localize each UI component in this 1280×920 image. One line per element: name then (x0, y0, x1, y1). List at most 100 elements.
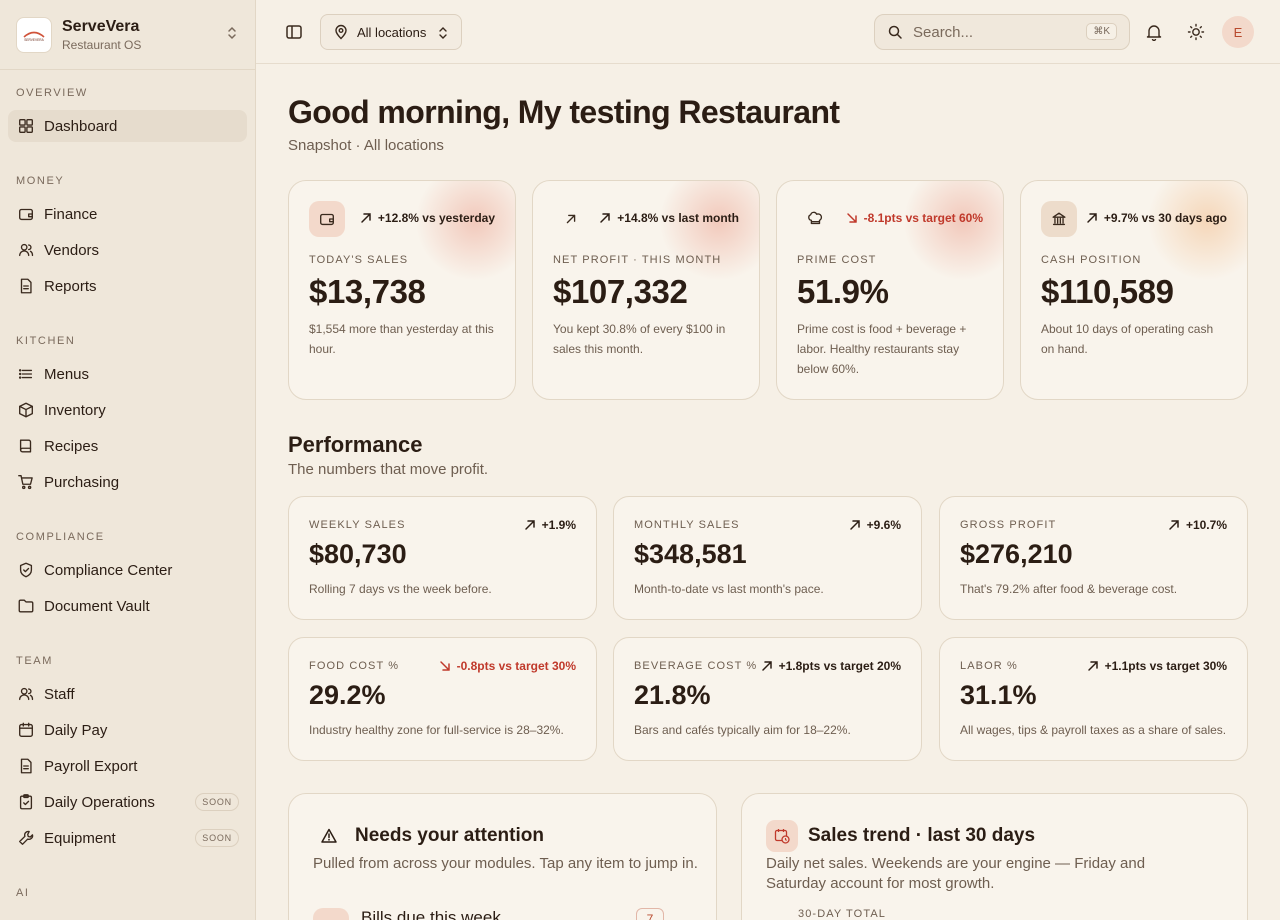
kpi-delta-text: +9.7% vs 30 days ago (1103, 211, 1227, 225)
arrow-down-right-icon (846, 213, 857, 223)
kpi-delta-text: +14.8% vs last month (617, 211, 739, 225)
search-shortcut: ⌘K (1086, 23, 1117, 40)
chevron-up-down-icon (437, 25, 449, 41)
metric-delta-text: +1.8pts vs target 20% (778, 659, 901, 673)
sidebar-item-finance[interactable]: Finance (8, 198, 247, 230)
sidebar-item-label: Purchasing (44, 473, 120, 491)
arrow-up-right-icon (600, 213, 611, 223)
box-icon (16, 400, 36, 420)
sidebar-item-reports[interactable]: Reports (8, 270, 247, 302)
map-pin-icon (333, 24, 349, 40)
users-icon (16, 240, 36, 260)
wallet-icon (16, 204, 36, 224)
sidebar-item-document-vault[interactable]: Document Vault (8, 590, 247, 622)
kpi-delta: +9.7% vs 30 days ago (1086, 211, 1227, 225)
nav-section-title: MONEY (16, 175, 65, 187)
sidebar-item-vendors[interactable]: Vendors (8, 234, 247, 266)
folder-icon (16, 596, 36, 616)
cart-icon (16, 472, 36, 492)
sidebar-item-menus[interactable]: Menus (8, 358, 247, 390)
metric-delta-text: +1.9% (541, 518, 576, 532)
metric-delta-text: +10.7% (1185, 518, 1227, 532)
sidebar-item-recipes[interactable]: Recipes (8, 430, 247, 462)
page-subtitle: Snapshot · All locations (288, 137, 444, 154)
metric-note: Rolling 7 days vs the week before. (309, 582, 492, 596)
metric-note: Bars and cafés typically aim for 18–22%. (634, 723, 851, 737)
metric-card[interactable]: GROSS PROFIT +10.7% $276,210 That's 79.2% a… (939, 496, 1248, 620)
sidebar-item-equipment[interactable]: Equipment SOON (8, 822, 247, 854)
attention-title: Needs your attention (355, 825, 544, 846)
metric-delta: +9.6% (849, 518, 901, 532)
kpi-card[interactable]: -8.1pts vs target 60% PRIME COST 51.9% Prim… (776, 180, 1004, 400)
search-input[interactable]: Search... ⌘K (874, 14, 1130, 50)
arrow-up-right-icon (761, 661, 772, 671)
sidebar-item-staff[interactable]: Staff (8, 678, 247, 710)
svg-text:SERVEVERA: SERVEVERA (24, 38, 44, 42)
sidebar-toggle-icon[interactable] (284, 22, 304, 42)
sun-icon[interactable] (1186, 22, 1206, 42)
arrow-up-right-icon (553, 201, 589, 237)
attention-item-bills[interactable]: Bills due this week (361, 908, 501, 920)
sidebar-item-label: Equipment (44, 829, 116, 847)
kpi-note: About 10 days of operating cash on hand. (1041, 322, 1214, 356)
sidebar-item-label: Daily Operations (44, 793, 155, 811)
sidebar-item-compliance-center[interactable]: Compliance Center (8, 554, 247, 586)
bill-icon (313, 908, 349, 920)
brand-switcher[interactable]: SERVEVERA ServeVera Restaurant OS (0, 0, 255, 70)
arrow-down-right-icon (439, 661, 450, 671)
file-icon (16, 276, 36, 296)
brand-logo: SERVEVERA (16, 16, 52, 53)
performance-subtitle: The numbers that move profit. (288, 461, 489, 478)
metric-delta-text: +9.6% (866, 518, 901, 532)
metric-delta: +1.8pts vs target 20% (761, 659, 901, 673)
user-avatar[interactable]: E (1222, 16, 1254, 48)
kpi-value: $107,332 (553, 273, 688, 310)
bell-icon[interactable] (1144, 22, 1164, 42)
sidebar-item-payroll-export[interactable]: Payroll Export (8, 750, 247, 782)
kpi-card[interactable]: +14.8% vs last month NET PROFIT · THIS MO… (532, 180, 760, 400)
sidebar-item-label: Document Vault (44, 597, 150, 615)
users-icon (16, 684, 36, 704)
kpi-delta-text: -8.1pts vs target 60% (863, 211, 983, 225)
sidebar-item-label: Payroll Export (44, 757, 138, 775)
metric-card[interactable]: BEVERAGE COST % +1.8pts vs target 20% 21.8… (613, 637, 922, 761)
metric-label: LABOR % (960, 660, 1018, 672)
arrow-up-right-icon (361, 213, 371, 223)
kpi-delta: +14.8% vs last month (599, 211, 739, 225)
bank-icon (1041, 201, 1077, 237)
warning-triangle-icon (313, 820, 345, 852)
card-glow (415, 181, 515, 281)
sidebar-item-daily-pay[interactable]: Daily Pay (8, 714, 247, 746)
kpi-note: $1,554 more than yesterday at this hour. (309, 322, 494, 356)
location-selector[interactable]: All locations (320, 14, 462, 50)
metric-card[interactable]: MONTHLY SALES +9.6% $348,581 Month-to-date … (613, 496, 922, 620)
metric-note: That's 79.2% after food & beverage cost. (960, 582, 1178, 596)
arrow-up-right-icon (1087, 213, 1097, 223)
kpi-note: You kept 30.8% of every $100 in sales th… (553, 322, 726, 356)
metric-value: 31.1% (960, 680, 1037, 710)
shield-check-icon (16, 560, 36, 580)
calendar-icon (16, 720, 36, 740)
arrow-up-right-icon (849, 520, 860, 530)
arrow-up-right-icon (1169, 520, 1179, 530)
sidebar-item-daily-operations[interactable]: Daily Operations SOON (8, 786, 247, 818)
kpi-card[interactable]: +9.7% vs 30 days ago CASH POSITION $110,58… (1020, 180, 1248, 400)
sidebar-item-inventory[interactable]: Inventory (8, 394, 247, 426)
wrench-icon (16, 828, 36, 848)
sidebar-item-label: Daily Pay (44, 721, 108, 739)
sidebar-item-dashboard[interactable]: Dashboard (8, 110, 247, 142)
metric-value: 21.8% (634, 680, 711, 710)
nav-section-title: COMPLIANCE (16, 531, 105, 543)
card-glow (1147, 181, 1247, 281)
nav-section-title: AI (16, 887, 30, 899)
kpi-card[interactable]: +12.8% vs yesterday TODAY'S SALES $13,738 $… (288, 180, 516, 400)
metric-card[interactable]: LABOR % +1.1pts vs target 30% 31.1% All wag… (939, 637, 1248, 761)
calendar-clock-icon (766, 820, 798, 852)
sidebar-item-purchasing[interactable]: Purchasing (8, 466, 247, 498)
kpi-label: NET PROFIT · THIS MONTH (553, 254, 722, 266)
metric-note: Industry healthy zone for full-service i… (309, 723, 564, 737)
metric-card[interactable]: WEEKLY SALES +1.9% $80,730 Rolling 7 days v… (288, 496, 597, 620)
kpi-delta: -8.1pts vs target 60% (846, 211, 983, 225)
kpi-note: Prime cost is food + beverage + labor. H… (797, 322, 967, 376)
metric-card[interactable]: FOOD COST % -0.8pts vs target 30% 29.2% Ind… (288, 637, 597, 761)
